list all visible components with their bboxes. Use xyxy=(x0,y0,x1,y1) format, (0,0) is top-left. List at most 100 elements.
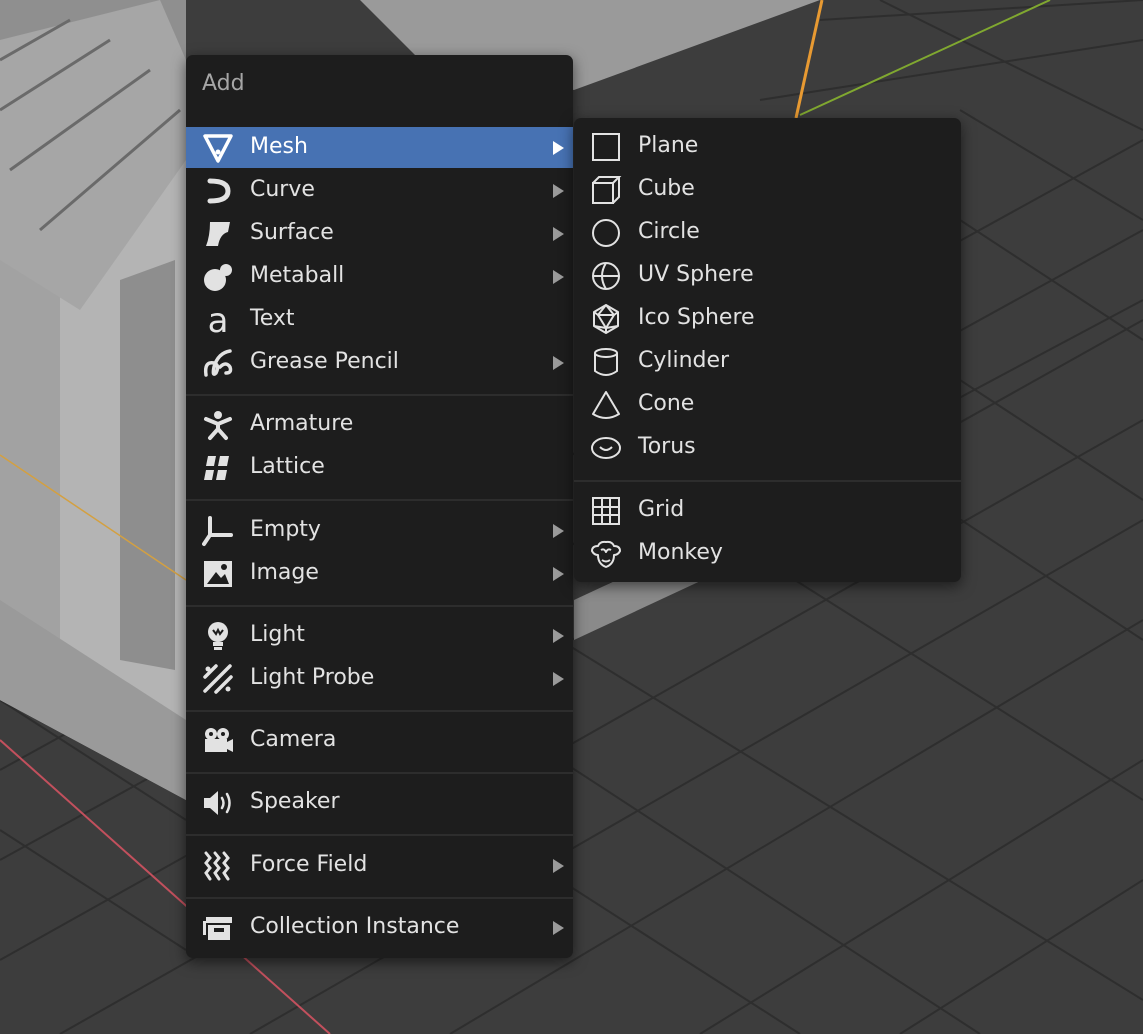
submenu-arrow-icon xyxy=(553,859,564,873)
menu-separator xyxy=(574,480,961,482)
light-icon xyxy=(202,620,234,652)
camera-icon xyxy=(202,725,234,757)
mesh-item-uv-sphere[interactable]: UV Sphere xyxy=(574,255,961,296)
submenu-arrow-icon xyxy=(553,270,564,284)
menu-item-label: Cone xyxy=(638,391,695,416)
menu-item-label: Plane xyxy=(638,133,699,158)
mesh-item-cone[interactable]: Cone xyxy=(574,384,961,425)
collection-instance-icon xyxy=(202,912,234,944)
menu-item-text[interactable]: a Text xyxy=(186,299,573,340)
plane-icon xyxy=(590,131,622,163)
submenu-arrow-icon xyxy=(553,184,564,198)
menu-item-label: Lattice xyxy=(250,454,325,479)
surface-icon xyxy=(202,218,234,250)
menu-item-camera[interactable]: Camera xyxy=(186,720,573,761)
submenu-arrow-icon xyxy=(553,629,564,643)
cone-icon xyxy=(590,389,622,421)
mesh-item-ico-sphere[interactable]: Ico Sphere xyxy=(574,298,961,339)
menu-separator xyxy=(186,897,573,899)
mesh-item-cylinder[interactable]: Cylinder xyxy=(574,341,961,382)
menu-item-curve[interactable]: Curve xyxy=(186,170,573,211)
menu-separator xyxy=(186,394,573,396)
menu-item-label: Grid xyxy=(638,497,685,522)
submenu-arrow-icon xyxy=(553,356,564,370)
menu-item-label: Grease Pencil xyxy=(250,349,399,374)
image-icon xyxy=(202,558,234,590)
menu-item-collection-instance[interactable]: Collection Instance xyxy=(186,907,573,948)
menu-item-force-field[interactable]: Force Field xyxy=(186,845,573,886)
armature-icon xyxy=(202,409,234,441)
menu-item-label: Camera xyxy=(250,727,337,752)
empty-icon xyxy=(202,515,234,547)
submenu-arrow-icon xyxy=(553,672,564,686)
force-field-icon xyxy=(202,850,234,882)
mesh-icon xyxy=(202,132,234,164)
menu-item-label: Collection Instance xyxy=(250,914,460,939)
menu-item-label: Force Field xyxy=(250,852,368,877)
menu-item-label: Monkey xyxy=(638,540,723,565)
svg-text:a: a xyxy=(208,304,229,336)
submenu-arrow-icon xyxy=(553,227,564,241)
menu-item-surface[interactable]: Surface xyxy=(186,213,573,254)
menu-item-label: Light Probe xyxy=(250,665,375,690)
menu-item-label: Mesh xyxy=(250,134,308,159)
speaker-icon xyxy=(202,787,234,819)
menu-item-mesh[interactable]: Mesh xyxy=(186,127,573,168)
menu-item-label: Image xyxy=(250,560,319,585)
uv-sphere-icon xyxy=(590,260,622,292)
submenu-arrow-icon xyxy=(553,567,564,581)
add-menu-title: Add xyxy=(202,71,245,96)
menu-item-label: Metaball xyxy=(250,263,345,288)
menu-item-label: Curve xyxy=(250,177,315,202)
mesh-item-grid[interactable]: Grid xyxy=(574,490,961,531)
curve-icon xyxy=(202,175,234,207)
menu-separator xyxy=(186,605,573,607)
menu-item-label: Surface xyxy=(250,220,334,245)
mesh-item-plane[interactable]: Plane xyxy=(574,126,961,167)
menu-item-light-probe[interactable]: Light Probe xyxy=(186,658,573,699)
menu-item-label: UV Sphere xyxy=(638,262,754,287)
circle-icon xyxy=(590,217,622,249)
menu-item-image[interactable]: Image xyxy=(186,553,573,594)
metaball-icon xyxy=(202,261,234,293)
menu-separator xyxy=(186,772,573,774)
submenu-arrow-icon xyxy=(553,524,564,538)
menu-item-armature[interactable]: Armature xyxy=(186,404,573,445)
monkey-icon xyxy=(590,538,622,570)
menu-item-grease-pencil[interactable]: Grease Pencil xyxy=(186,342,573,383)
submenu-arrow-icon xyxy=(553,141,564,155)
menu-item-label: Circle xyxy=(638,219,700,244)
mesh-submenu: Plane Cube Circle UV Sphere Ico Sphere C… xyxy=(574,118,961,582)
menu-item-label: Light xyxy=(250,622,305,647)
grid-icon xyxy=(590,495,622,527)
menu-item-lattice[interactable]: Lattice xyxy=(186,447,573,488)
torus-icon xyxy=(590,432,622,464)
menu-item-speaker[interactable]: Speaker xyxy=(186,782,573,823)
menu-item-label: Speaker xyxy=(250,789,340,814)
menu-item-label: Armature xyxy=(250,411,354,436)
menu-item-metaball[interactable]: Metaball xyxy=(186,256,573,297)
menu-item-empty[interactable]: Empty xyxy=(186,510,573,551)
ico-sphere-icon xyxy=(590,303,622,335)
light-probe-icon xyxy=(202,663,234,695)
mesh-item-monkey[interactable]: Monkey xyxy=(574,533,961,574)
menu-item-label: Empty xyxy=(250,517,321,542)
add-menu: Add Mesh Curve Surface Metaball a Text G… xyxy=(186,55,573,958)
menu-item-label: Torus xyxy=(638,434,696,459)
mesh-item-circle[interactable]: Circle xyxy=(574,212,961,253)
menu-item-label: Text xyxy=(250,306,295,331)
menu-separator xyxy=(186,834,573,836)
menu-item-label: Cylinder xyxy=(638,348,730,373)
menu-item-label: Ico Sphere xyxy=(638,305,755,330)
lattice-icon xyxy=(202,452,234,484)
menu-item-light[interactable]: Light xyxy=(186,615,573,656)
text-icon: a xyxy=(202,304,234,336)
mesh-item-cube[interactable]: Cube xyxy=(574,169,961,210)
menu-separator xyxy=(186,499,573,501)
submenu-arrow-icon xyxy=(553,921,564,935)
grease-pencil-icon xyxy=(202,347,234,379)
mesh-item-torus[interactable]: Torus xyxy=(574,427,961,468)
menu-item-label: Cube xyxy=(638,176,695,201)
cube-icon xyxy=(590,174,622,206)
cylinder-icon xyxy=(590,346,622,378)
